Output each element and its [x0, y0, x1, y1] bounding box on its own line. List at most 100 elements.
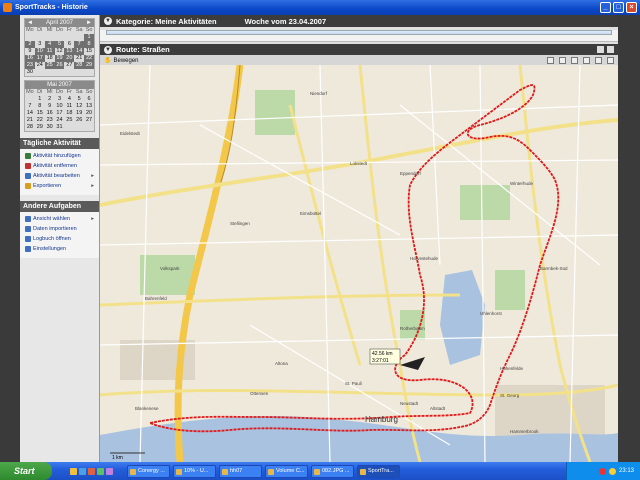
calendar-april-grid[interactable]: Mo Di Mi Do Fr Sa So 1 2 3 4 5 6 7 8 9 10 11 12 13 14 15 16 17 1… — [25, 27, 94, 76]
calendar-may-grid[interactable]: Mo Di Mi Do Fr Sa So 1 2 3 4 5 6 7 8 9 10 11 12 13 14 15 16 17 1… — [25, 89, 94, 131]
calendar-day[interactable]: 15 — [35, 110, 45, 117]
calendar-day[interactable]: 30 — [45, 124, 55, 131]
calendar-day[interactable]: 1 — [84, 34, 94, 41]
calendar-day[interactable]: 23 — [25, 62, 35, 69]
task-link[interactable]: Einstellungen — [20, 244, 99, 254]
task-link[interactable]: Ansicht wählen ▸ — [20, 214, 99, 224]
calendar-day[interactable]: 9 — [25, 48, 35, 55]
calendar-day[interactable]: 11 — [64, 103, 74, 110]
calendar-day[interactable]: 10 — [55, 103, 65, 110]
prev-month-icon[interactable]: ◄ — [27, 19, 33, 27]
calendar-day[interactable]: 17 — [55, 110, 65, 117]
taskbar-button[interactable]: Conergy ... — [127, 464, 170, 478]
calendar-day[interactable]: 2 — [25, 41, 35, 48]
calendar-day[interactable]: 25 — [64, 117, 74, 124]
calendar-day[interactable]: 17 — [34, 55, 45, 62]
select-icon[interactable] — [547, 57, 554, 64]
tray-icon[interactable] — [608, 467, 616, 475]
calendar-day[interactable]: 13 — [64, 48, 75, 55]
calendar-day[interactable]: 28 — [25, 124, 35, 131]
calendar-day[interactable]: 10 — [34, 48, 45, 55]
calendar-day[interactable]: 24 — [55, 117, 65, 124]
calendar-day[interactable]: 13 — [84, 103, 94, 110]
calendar-day[interactable]: 30 — [25, 69, 35, 76]
calendar-day[interactable]: 31 — [55, 124, 65, 131]
calendar-day[interactable]: 19 — [54, 55, 65, 62]
calendar-day[interactable]: 9 — [45, 103, 55, 110]
calendar-day[interactable]: 29 — [84, 62, 94, 69]
calendar-day[interactable]: 6 — [64, 41, 74, 48]
calendar-day[interactable]: 8 — [84, 41, 94, 48]
window-icon[interactable] — [607, 46, 614, 53]
minimize-button[interactable]: _ — [600, 2, 611, 13]
calendar-day[interactable]: 8 — [35, 103, 45, 110]
taskbar-button[interactable]: SportTra... — [357, 464, 400, 478]
calendar-day[interactable]: 19 — [74, 110, 84, 117]
calendar-day[interactable]: 26 — [74, 117, 84, 124]
zoom-icon[interactable] — [571, 57, 578, 64]
taskbar-button[interactable]: hh07 — [219, 464, 262, 478]
calendar-day[interactable]: 5 — [74, 96, 84, 103]
calendar-day[interactable]: 22 — [84, 55, 94, 62]
calendar-day[interactable]: 24 — [35, 62, 45, 69]
calendar-day[interactable]: 14 — [25, 110, 35, 117]
calendar-day[interactable]: 1 — [35, 96, 45, 103]
taskbar-button[interactable]: Volume C... — [265, 464, 308, 478]
maximize-button[interactable]: □ — [613, 2, 624, 13]
calendar-day[interactable]: 28 — [74, 62, 85, 69]
task-link[interactable]: Exportieren ▸ — [20, 181, 99, 191]
hand-icon[interactable]: ✋ — [104, 57, 111, 64]
calendar-day[interactable]: 20 — [64, 55, 75, 62]
calendar-day[interactable]: 22 — [35, 117, 45, 124]
quicklaunch-icon[interactable] — [88, 467, 95, 475]
calendar-day[interactable]: 18 — [64, 110, 74, 117]
collapse-route-icon[interactable]: ▼ — [104, 45, 112, 54]
calendar-day[interactable]: 29 — [35, 124, 45, 131]
close-button[interactable]: × — [626, 2, 637, 13]
quicklaunch-icon[interactable] — [97, 467, 104, 475]
layers-icon[interactable] — [595, 57, 602, 64]
calendar-day[interactable]: 2 — [45, 96, 55, 103]
calendar-day[interactable]: 20 — [84, 110, 94, 117]
taskbar-button[interactable]: 082.JPG ... — [311, 464, 354, 478]
refresh-icon[interactable] — [559, 57, 566, 64]
tray-icon[interactable] — [598, 467, 606, 475]
task-link[interactable]: Logbuch öffnen — [20, 234, 99, 244]
calendar-day[interactable]: 27 — [64, 62, 74, 69]
start-button[interactable]: Start — [0, 462, 52, 480]
calendar-day[interactable]: 25 — [44, 62, 55, 69]
quicklaunch-icon[interactable] — [106, 467, 113, 475]
calendar-day[interactable]: 21 — [25, 117, 35, 124]
calendar-day[interactable]: 18 — [45, 55, 55, 62]
calendar-day[interactable]: 6 — [84, 96, 94, 103]
calendar-day[interactable]: 4 — [44, 41, 55, 48]
calendar-day[interactable]: 16 — [25, 55, 35, 62]
wrench-icon[interactable] — [597, 46, 604, 53]
task-link[interactable]: Aktivität entfernen — [20, 161, 99, 171]
calendar-day[interactable]: 11 — [44, 48, 55, 55]
quicklaunch-icon[interactable] — [70, 467, 77, 475]
calendar-day[interactable]: 26 — [54, 62, 65, 69]
task-link[interactable]: Daten importieren — [20, 224, 99, 234]
quicklaunch-icon[interactable] — [79, 467, 86, 475]
calendar-day[interactable]: 12 — [74, 103, 84, 110]
task-link[interactable]: Aktivität bearbeiten ▸ — [20, 171, 99, 181]
map-canvas[interactable]: 42.56 km 3:27:01 Hamburg Eidelstedt Niend… — [100, 65, 618, 462]
calendar-day[interactable]: 21 — [74, 55, 84, 62]
next-month-icon[interactable]: ► — [86, 19, 92, 27]
move-tool-label[interactable]: Bewegen — [113, 58, 138, 64]
calendar-day[interactable]: 4 — [64, 96, 74, 103]
collapse-category-icon[interactable]: ▼ — [104, 17, 112, 25]
calendar-day[interactable]: 3 — [35, 41, 45, 48]
help-icon[interactable] — [607, 57, 614, 64]
calendar-day[interactable]: 3 — [55, 96, 65, 103]
route-map[interactable]: 42.56 km 3:27:01 Hamburg Eidelstedt Niend… — [100, 65, 618, 462]
timeline-scrollbar[interactable] — [106, 30, 612, 35]
calendar-day[interactable]: 23 — [45, 117, 55, 124]
calendar-day[interactable]: 12 — [55, 48, 65, 55]
task-link[interactable]: Aktivität hinzufügen — [20, 151, 99, 161]
calendar-day[interactable]: 16 — [45, 110, 55, 117]
calendar-day[interactable]: 7 — [25, 103, 35, 110]
calendar-day[interactable]: 15 — [84, 48, 94, 55]
calendar-day[interactable]: 5 — [54, 41, 65, 48]
